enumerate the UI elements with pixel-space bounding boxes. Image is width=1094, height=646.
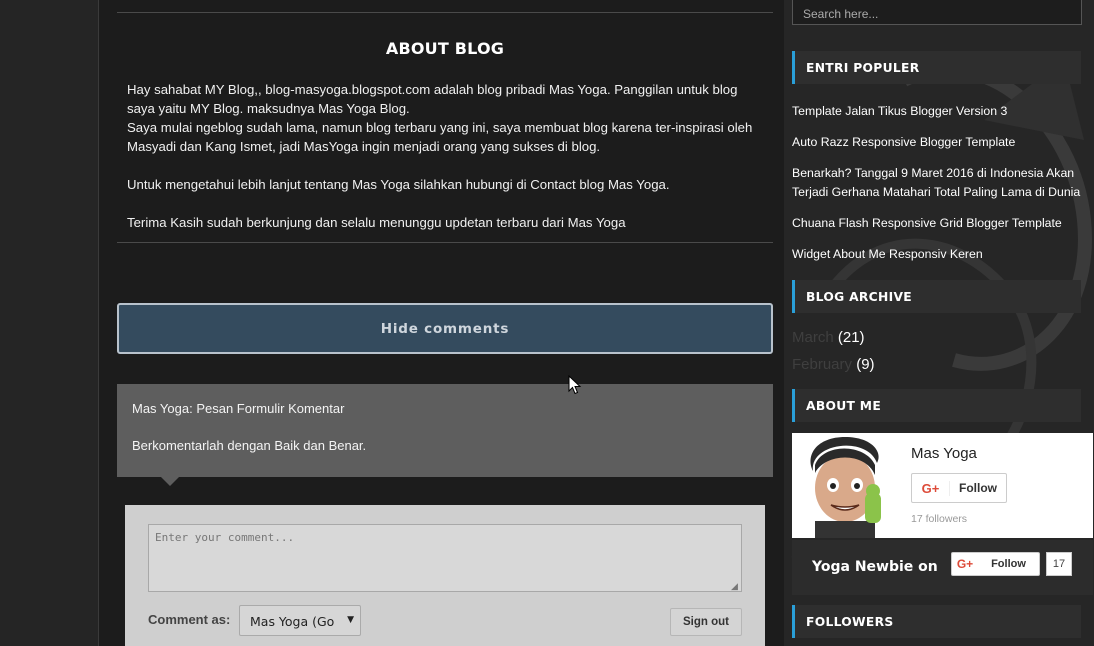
comment-message-title: Mas Yoga: Pesan Formulir Komentar [132,401,345,416]
search-input[interactable]: Search here... [792,0,1082,25]
page-name[interactable]: Yoga Newbie on [812,559,938,575]
popular-post-link[interactable]: Auto Razz Responsive Blogger Template [792,133,1082,152]
mouse-cursor-icon [568,375,582,395]
gplus-page-badge: Yoga Newbie on G+ Follow 17 [792,540,1093,595]
identity-select[interactable]: Mas Yoga (Go ▼ [239,605,361,636]
popular-posts-list: Template Jalan Tikus Blogger Version 3 A… [792,102,1082,276]
comment-form: ◢ Comment as: Mas Yoga (Go ▼ Sign out [125,505,765,646]
google-plus-icon: G+ [912,480,950,496]
identity-value: Mas Yoga (Go [250,614,335,629]
popular-post-link[interactable]: Chuana Flash Responsive Grid Blogger Tem… [792,214,1082,233]
blog-archive-heading: BLOG ARCHIVE [792,280,1081,313]
gplus-follow-button[interactable]: G+ Follow [911,473,1007,503]
follow-count-badge: 17 [1046,552,1072,576]
about-blog-title: ABOUT BLOG [385,39,505,58]
about-paragraph: Saya mulai ngeblog sudah lama, namun blo… [127,120,753,154]
avatar [795,433,895,538]
archive-count: (9) [856,356,875,373]
popular-post-link[interactable]: Widget About Me Responsiv Keren [792,245,1082,264]
followers-count: 17 followers [911,513,968,525]
comment-as-label: Comment as: [148,612,231,627]
archive-month[interactable]: February [792,356,852,373]
archive-month[interactable]: March [792,329,834,346]
archive-count: (21) [837,329,865,346]
comment-message-text: Berkomentarlah dengan Baik dan Benar. [132,438,367,453]
comment-form-message: Mas Yoga: Pesan Formulir Komentar Berkom… [117,384,773,477]
follow-label: Follow [991,558,1026,570]
google-plus-icon: G+ [956,557,974,571]
popular-post-link[interactable]: Template Jalan Tikus Blogger Version 3 [792,102,1082,121]
resize-handle-icon[interactable]: ◢ [731,581,741,591]
divider [117,12,773,13]
sidebar: Search here... ENTRI POPULER Template Ja… [784,0,1094,646]
left-gutter [0,0,99,646]
popular-post-link[interactable]: Benarkah? Tanggal 9 Maret 2016 di Indone… [792,164,1082,202]
about-me-heading: ABOUT ME [792,389,1081,422]
about-paragraph: Terima Kasih sudah berkunjung dan selalu… [127,215,626,230]
speech-tail [161,477,179,486]
page-follow-button[interactable]: G+ Follow [951,552,1040,576]
about-paragraph: Hay sahabat MY Blog,, blog-masyoga.blogs… [127,82,738,116]
hide-comments-button[interactable]: Hide comments [117,303,773,354]
divider [117,242,773,243]
popular-posts-heading: ENTRI POPULER [792,51,1081,84]
archive-item[interactable]: March (21) [792,329,865,346]
about-blog-body: Hay sahabat MY Blog,, blog-masyoga.blogs… [127,80,767,232]
comment-input[interactable] [148,524,742,592]
follow-label: Follow [959,481,997,495]
profile-card: Mas Yoga G+ Follow 17 followers [792,433,1093,538]
dropdown-arrow-icon: ▼ [347,615,354,625]
sign-out-button[interactable]: Sign out [670,608,742,636]
followers-heading: FOLLOWERS [792,605,1081,638]
profile-name[interactable]: Mas Yoga [911,445,977,462]
about-paragraph: Untuk mengetahui lebih lanjut tentang Ma… [127,177,670,192]
archive-item[interactable]: February (9) [792,356,875,373]
